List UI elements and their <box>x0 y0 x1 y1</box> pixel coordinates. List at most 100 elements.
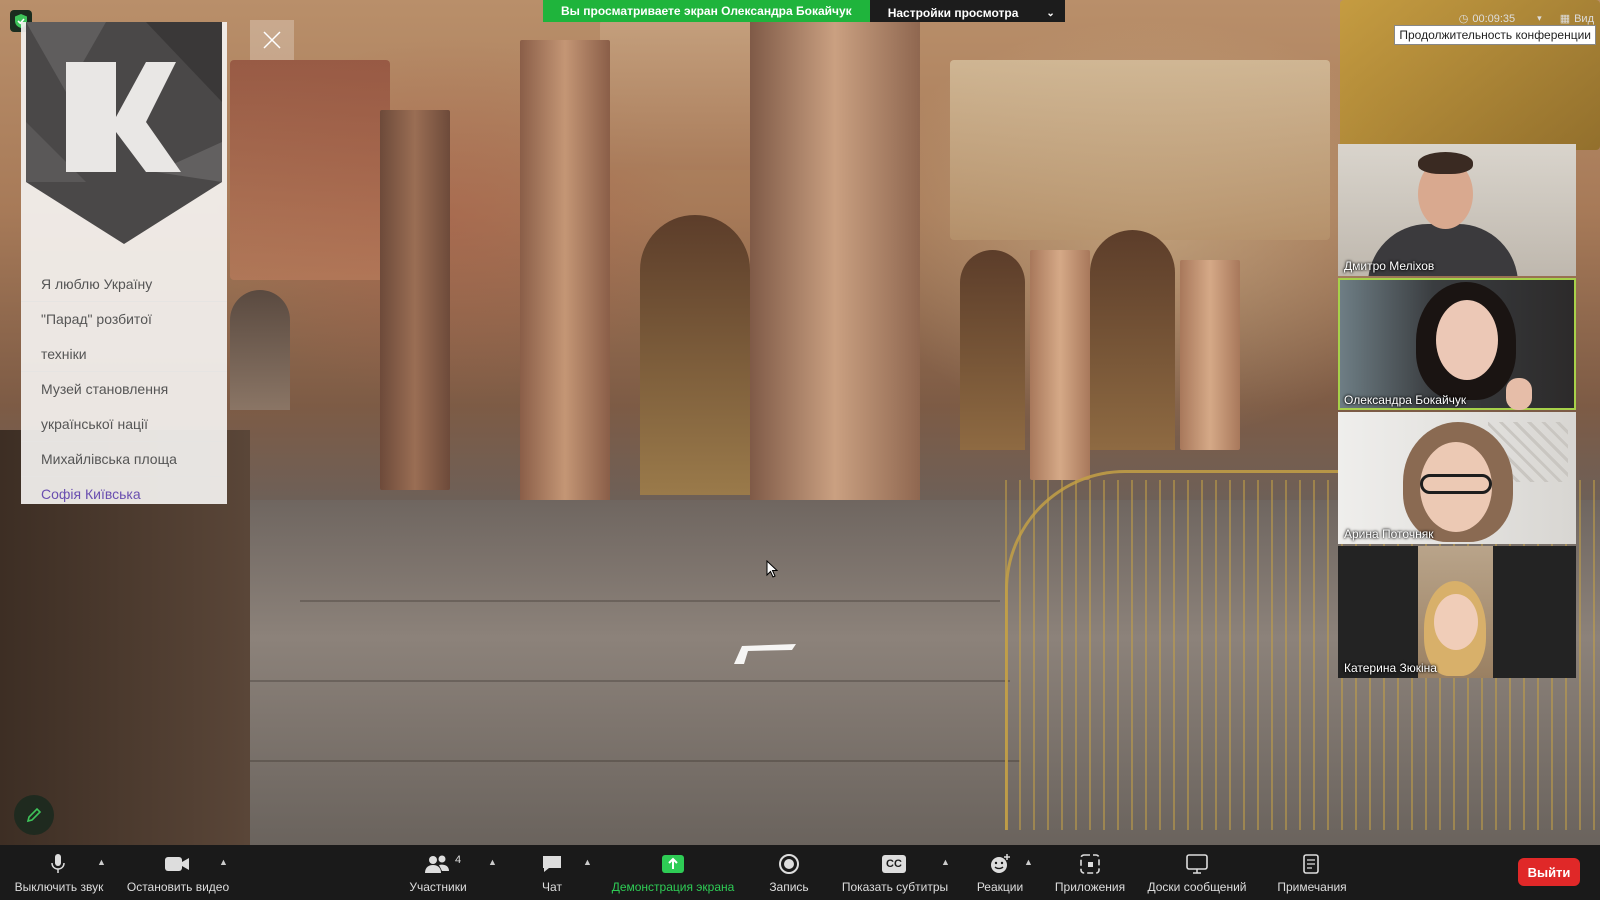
fresco-right <box>950 60 1330 240</box>
apps-icon <box>1079 853 1101 875</box>
mute-button[interactable]: Выключить звук <box>8 845 110 900</box>
glasses-icon <box>1420 474 1492 494</box>
share-screen-label: Демонстрация экрана <box>611 880 735 894</box>
whiteboard-icon <box>1186 853 1208 875</box>
chevron-up-icon[interactable]: ▲ <box>97 857 106 867</box>
notes-label: Примечания <box>1277 880 1347 894</box>
view-label: Вид <box>1574 12 1594 25</box>
participants-count: 4 <box>455 854 462 866</box>
chevron-down-icon: ⌄ <box>1046 7 1055 19</box>
floor-pattern <box>300 600 1000 602</box>
leave-button[interactable]: Выйти <box>1518 858 1580 886</box>
participant-hair <box>1418 152 1473 174</box>
chat-icon <box>541 853 563 875</box>
reactions-button[interactable]: Реакции <box>975 845 1025 900</box>
view-settings-label: Настройки просмотра <box>887 6 1019 20</box>
menu-item-line: Музей становлення <box>41 381 169 397</box>
floor-pattern <box>200 760 1020 762</box>
view-settings-dropdown[interactable]: Настройки просмотра ⌄ <box>869 0 1065 22</box>
video-tile-participant-2[interactable]: Олександра Бокайчук <box>1338 278 1576 410</box>
viewing-notice: Вы просматриваете экран Олександра Бокай… <box>543 0 870 22</box>
timer-value: 00:09:35 <box>1472 12 1516 25</box>
reactions-icon <box>989 853 1011 875</box>
stop-video-label: Остановить видео <box>126 880 230 894</box>
clock-icon: ◷ <box>1458 13 1469 25</box>
participant-name: Дмитро Меліхов <box>1344 259 1435 273</box>
video-tile-participant-1[interactable]: Дмитро Меліхов <box>1338 144 1576 276</box>
site-menu: Я люблю Україну "Парад" розбитої техніки… <box>21 267 227 511</box>
participant-name: Арина Поточняк <box>1344 527 1434 541</box>
people-icon <box>424 853 450 875</box>
participant-hand <box>1506 378 1532 410</box>
menu-item-line: техніки <box>41 346 87 362</box>
arch <box>640 215 750 495</box>
participant-video-strip: Дмитро Меліхов Олександра Бокайчук Арина… <box>1338 144 1576 680</box>
reactions-label: Реакции <box>976 880 1024 894</box>
video-tile-participant-3[interactable]: Арина Поточняк <box>1338 412 1576 544</box>
captions-icon-text: CC <box>882 855 906 873</box>
site-logo[interactable] <box>26 22 222 244</box>
menu-item-line: української нації <box>41 416 148 432</box>
chat-label: Чат <box>542 880 562 894</box>
view-banner: Вы просматриваете экран Олександра Бокай… <box>543 0 1065 22</box>
pillar <box>1030 250 1090 480</box>
share-screen-button[interactable]: Демонстрация экрана <box>606 845 740 900</box>
record-label: Запись <box>769 880 809 894</box>
meeting-timer[interactable]: ◷ 00:09:35 ▾ <box>1458 12 1542 26</box>
chevron-up-icon[interactable]: ▲ <box>941 857 950 867</box>
site-menu-item-parade[interactable]: "Парад" розбитої техніки <box>21 302 227 372</box>
video-tile-participant-4[interactable]: Катерина Зюкіна <box>1338 546 1576 678</box>
chevron-up-icon[interactable]: ▲ <box>488 857 497 867</box>
participant-name: Олександра Бокайчук <box>1344 393 1467 407</box>
participants-button[interactable]: Участники <box>402 845 474 900</box>
pencil-icon[interactable] <box>14 795 54 835</box>
close-icon[interactable] <box>250 20 294 60</box>
participant-name: Катерина Зюкіна <box>1344 661 1437 675</box>
site-menu-item-i-love-ukraine[interactable]: Я люблю Україну <box>21 267 227 302</box>
notes-icon <box>1302 853 1320 875</box>
apps-label: Приложения <box>1054 880 1126 894</box>
chevron-up-icon[interactable]: ▲ <box>1024 857 1033 867</box>
site-menu-item-mykhailivska[interactable]: Михайлівська площа <box>21 442 227 477</box>
participant-video-frame <box>1418 546 1493 678</box>
arch <box>1090 230 1175 450</box>
mute-label: Выключить звук <box>14 880 104 894</box>
arch <box>230 290 290 410</box>
chevron-up-icon[interactable]: ▲ <box>219 857 228 867</box>
fresco-left <box>230 60 390 280</box>
pillar <box>520 40 610 510</box>
pillar <box>1180 260 1240 450</box>
arch <box>960 250 1025 450</box>
mouse-cursor-icon <box>766 560 778 578</box>
mic-icon <box>50 853 66 875</box>
site-menu-item-museum[interactable]: Музей становлення української нації <box>21 372 227 442</box>
site-menu-item-sofia[interactable]: Софія Київська <box>21 477 227 511</box>
meeting-toolbar: Выключить звук ▲ Остановить видео ▲ Учас… <box>0 845 1600 900</box>
meeting-info: ◷ 00:09:35 ▾ ▦ Вид <box>1458 12 1594 26</box>
pillar <box>380 110 450 490</box>
zoom-meeting-window: Я люблю Україну "Парад" розбитої техніки… <box>0 0 1600 900</box>
captions-icon: CC <box>882 853 906 875</box>
record-icon <box>778 853 800 875</box>
chat-button[interactable]: Чат <box>530 845 574 900</box>
navigation-arrow-icon[interactable] <box>730 640 800 670</box>
captions-button[interactable]: CC Показать субтитры <box>836 845 954 900</box>
participant-face <box>1434 594 1478 650</box>
participants-label: Участники <box>409 880 467 894</box>
chevron-down-icon: ▾ <box>1537 13 1542 23</box>
notes-button[interactable]: Примечания <box>1272 845 1352 900</box>
stop-video-button[interactable]: Остановить видео <box>122 845 234 900</box>
view-button[interactable]: ▦ Вид <box>1559 12 1594 26</box>
whiteboards-button[interactable]: Доски сообщений <box>1142 845 1252 900</box>
whiteboards-label: Доски сообщений <box>1147 880 1247 894</box>
grid-icon: ▦ <box>1559 13 1571 25</box>
camera-icon <box>164 853 190 875</box>
participant-face <box>1436 300 1498 380</box>
captions-label: Показать субтитры <box>841 880 949 894</box>
site-navigation-panel: Я люблю Україну "Парад" розбитої техніки… <box>21 22 227 504</box>
record-button[interactable]: Запись <box>764 845 814 900</box>
floor-pattern <box>250 680 1010 682</box>
pillar <box>750 20 920 530</box>
chevron-up-icon[interactable]: ▲ <box>583 857 592 867</box>
apps-button[interactable]: Приложения <box>1052 845 1128 900</box>
